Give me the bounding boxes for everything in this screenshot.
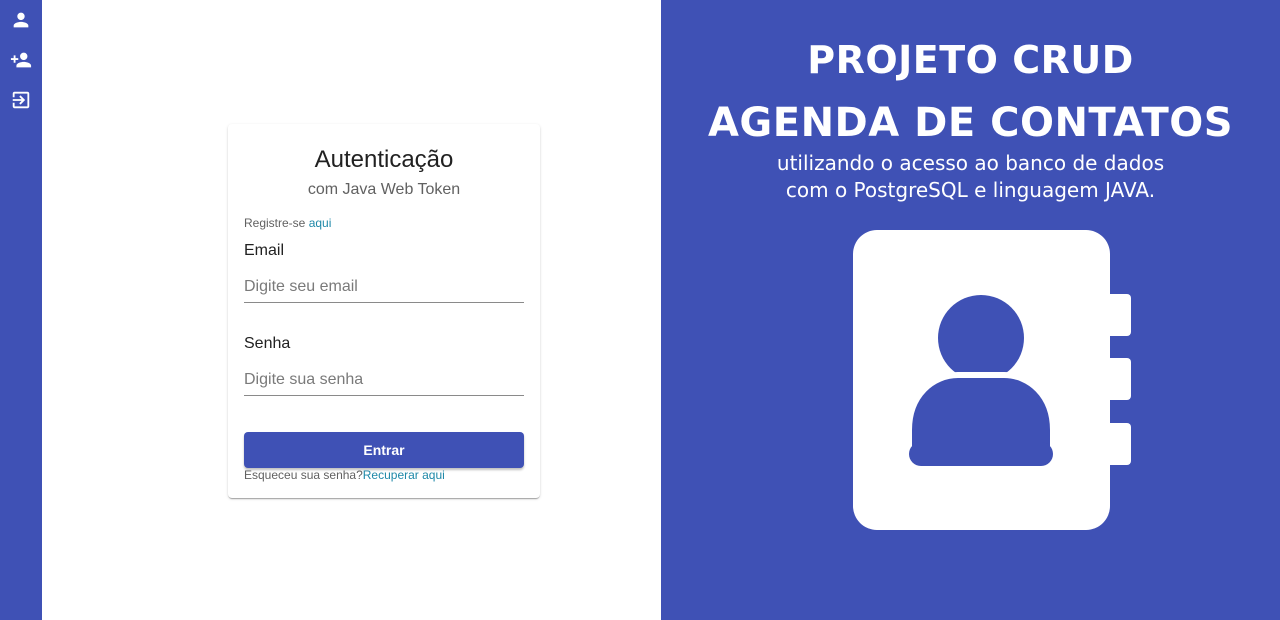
sidebar-item-logout[interactable] — [6, 85, 36, 115]
email-field[interactable] — [244, 271, 524, 303]
register-prefix: Registre-se — [244, 216, 309, 230]
login-card: Autenticação com Java Web Token Registre… — [228, 124, 540, 498]
promo-panel: PROJETO CRUD AGENDA DE CONTATOS utilizan… — [661, 0, 1280, 620]
card-title: Autenticação — [314, 146, 454, 173]
person-icon — [13, 12, 29, 28]
password-label: Senha — [244, 335, 291, 352]
promo-title-line-2: AGENDA DE CONTATOS — [707, 100, 1234, 146]
forgot-prefix: Esqueceu sua senha? — [244, 468, 363, 482]
forgot-password-line: Esqueceu sua senha?Recuperar aqui — [244, 468, 445, 482]
sidebar-item-register[interactable] — [6, 45, 36, 75]
card-subtitle: com Java Web Token — [307, 181, 461, 198]
register-line: Registre-se aqui — [244, 216, 331, 230]
login-button[interactable]: Entrar — [244, 432, 524, 468]
email-label: Email — [244, 242, 285, 259]
recover-password-link[interactable]: Recuperar aqui — [363, 468, 445, 482]
contact-book-icon — [853, 230, 1131, 530]
app-root: Autenticação com Java Web Token Registre… — [0, 0, 1280, 620]
promo-subtitle-line-1: utilizando o acesso ao banco de dados — [776, 151, 1165, 175]
register-link[interactable]: aqui — [309, 216, 332, 230]
person-add-icon — [10, 52, 32, 68]
sidebar-item-login[interactable] — [6, 5, 36, 35]
password-field[interactable] — [244, 364, 524, 396]
promo-title-line-1: PROJETO CRUD — [807, 38, 1134, 82]
promo-subtitle-line-2: com o PostgreSQL e linguagem JAVA. — [785, 178, 1156, 202]
sidebar-rail — [0, 0, 42, 620]
logout-icon — [12, 91, 30, 109]
